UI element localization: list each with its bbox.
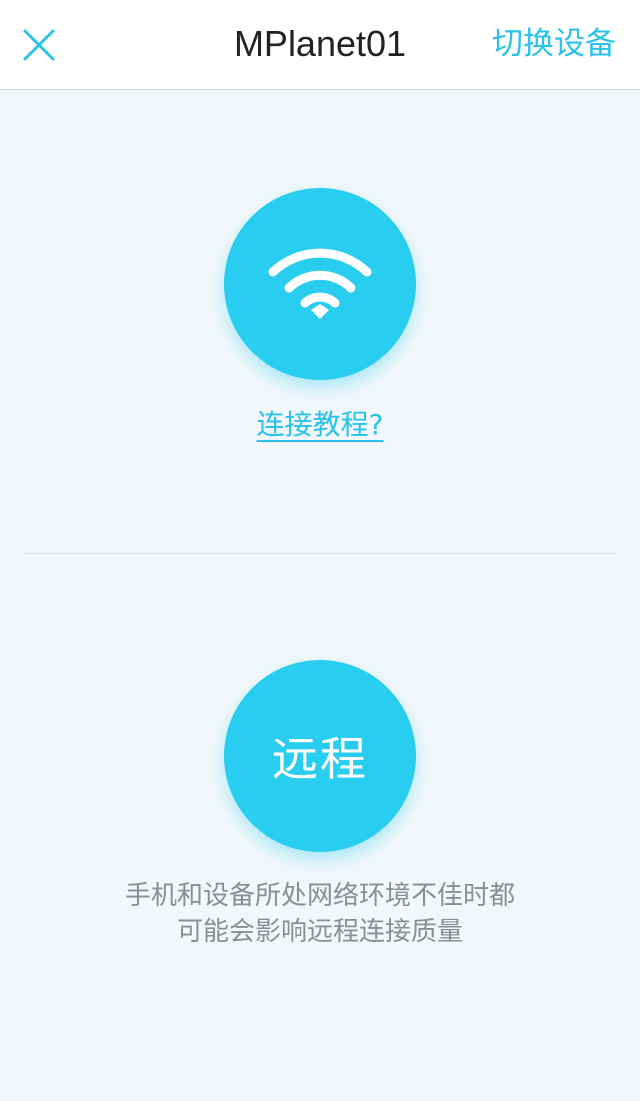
wifi-connect-button[interactable]	[224, 188, 416, 380]
connect-tutorial-link[interactable]: 连接教程?	[0, 403, 640, 443]
remote-connect-button[interactable]: 远程	[224, 660, 416, 852]
connect-tutorial-label[interactable]: 连接教程?	[257, 408, 384, 441]
remote-button-label: 远程	[272, 732, 368, 786]
section-divider	[24, 553, 616, 554]
wifi-icon	[268, 248, 372, 319]
switch-device-button[interactable]: 切换设备	[492, 0, 616, 90]
network-hint: 手机和设备所处网络环境不佳时都 可能会影响远程连接质量	[0, 878, 640, 950]
top-bar: MPlanet01 切换设备	[0, 0, 640, 90]
hint-line-1: 手机和设备所处网络环境不佳时都	[124, 881, 515, 911]
hint-line-2: 可能会影响远程连接质量	[176, 917, 463, 947]
